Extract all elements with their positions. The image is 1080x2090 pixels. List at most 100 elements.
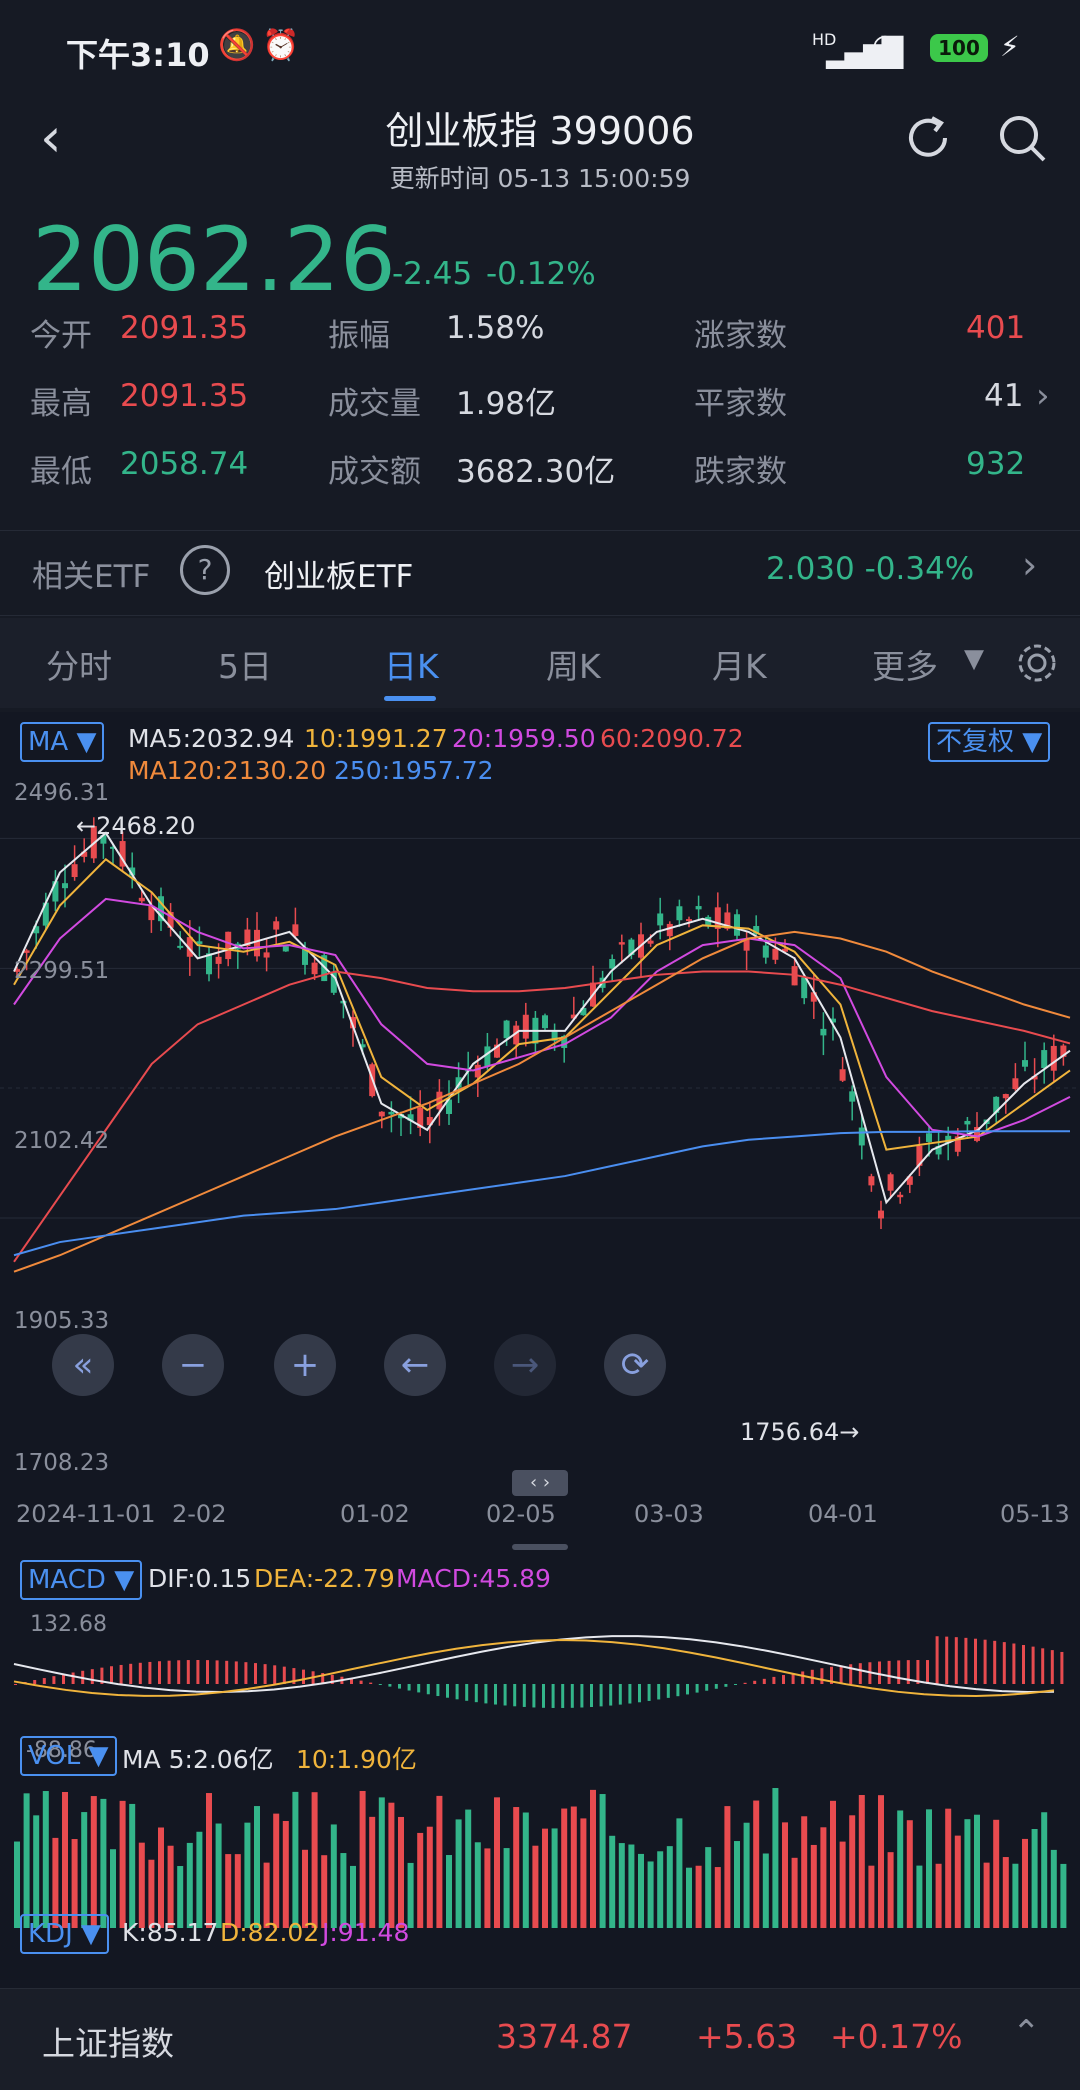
tab-monthly-k[interactable]: 月K — [712, 640, 767, 688]
chevron-right-icon[interactable]: › — [1022, 543, 1037, 587]
minus-icon[interactable]: − — [162, 1334, 224, 1396]
search-icon[interactable] — [994, 110, 1050, 166]
x-tick-1: 2024-11-01 — [16, 1500, 156, 1528]
etf-value: 2.030 -0.34% — [766, 551, 975, 587]
macd-bar — [90, 1669, 94, 1684]
volume-bar — [138, 1842, 145, 1928]
chevron-right-icon[interactable]: › — [1036, 376, 1050, 416]
macd-bar — [1060, 1651, 1064, 1684]
volume-bar — [196, 1831, 203, 1928]
volume-bar — [1031, 1829, 1038, 1928]
macd-bar — [263, 1664, 267, 1684]
macd-bar — [494, 1684, 497, 1705]
ticker-name: 上证指数 — [42, 2024, 174, 2063]
volume-bar — [618, 1843, 625, 1928]
volume-bar — [964, 1819, 971, 1928]
tab-5day[interactable]: 5日 — [218, 640, 272, 688]
panel-divider-handle[interactable] — [512, 1544, 568, 1550]
candle-body — [609, 959, 616, 969]
plus-icon[interactable]: + — [274, 1334, 336, 1396]
macd-bar — [734, 1684, 737, 1685]
ticker-change: +5.63 — [696, 2017, 798, 2056]
candle-body — [225, 931, 232, 960]
macd-bar — [628, 1684, 632, 1704]
macd-bar — [839, 1665, 843, 1684]
kline-chart[interactable] — [0, 776, 1080, 1296]
volume-bar — [1060, 1863, 1067, 1928]
macd-bar — [186, 1660, 190, 1684]
arrow-left-icon[interactable]: ← — [384, 1334, 446, 1396]
volume-bar — [858, 1795, 865, 1928]
macd-bar — [801, 1671, 805, 1684]
macd-bar — [935, 1636, 939, 1684]
caret-down-icon[interactable]: ▼ — [964, 644, 984, 674]
settings-gear-icon[interactable] — [1014, 640, 1060, 686]
volume-bar — [762, 1853, 769, 1928]
candle-body — [878, 1210, 884, 1219]
amt-value: 3682.30亿 — [456, 454, 616, 490]
ticker-pct: +0.17% — [830, 2017, 963, 2056]
volume-bar — [839, 1841, 846, 1928]
candle-body — [926, 1133, 932, 1142]
candle-body — [676, 906, 683, 921]
expand-up-icon[interactable]: ⌃ — [1012, 2013, 1041, 2053]
candle-body — [666, 923, 673, 937]
last-price: 2062.26 — [32, 208, 396, 311]
refresh-icon[interactable] — [900, 110, 956, 166]
vol-label: 成交量 — [328, 386, 421, 422]
tab-daily-k[interactable]: 日K — [384, 640, 439, 688]
volume-bar — [743, 1822, 750, 1928]
ma-selector[interactable]: MA ▼ — [20, 722, 105, 762]
kdj-selector[interactable]: KDJ ▼ — [20, 1914, 110, 1954]
arrow-right-icon[interactable]: → — [494, 1334, 556, 1396]
candle-body — [772, 948, 779, 960]
volume-bar — [33, 1815, 40, 1928]
volume-bar — [724, 1806, 731, 1928]
volume-bar — [753, 1800, 760, 1928]
up-label: 涨家数 — [694, 318, 787, 354]
candle-body — [897, 1194, 904, 1198]
vol-selector[interactable]: VOL ▼ — [20, 1736, 117, 1776]
tab-intraday[interactable]: 分时 — [46, 640, 112, 688]
volume-bar — [225, 1854, 232, 1928]
macd-bar — [62, 1674, 65, 1684]
macd-bar — [474, 1684, 478, 1703]
candle-body — [887, 1174, 894, 1191]
volume-bar — [830, 1800, 836, 1928]
adjust-selector[interactable]: 不复权 ▼ — [928, 722, 1051, 762]
rotate-screen-icon[interactable]: ⟳ — [604, 1334, 666, 1396]
tab-more[interactable]: 更多 — [872, 640, 938, 688]
volume-chart[interactable] — [0, 1778, 1080, 1928]
volume-bar — [638, 1853, 644, 1928]
volume-bar — [897, 1810, 904, 1928]
macd-bar — [753, 1680, 757, 1684]
macd-bar — [42, 1678, 46, 1684]
kline-chart-panel: MA ▼ MA5:2032.94 10:1991.27 20:1959.50 6… — [0, 712, 1080, 1992]
bottom-ticker[interactable]: 上证指数 3374.87 +5.63 +0.17% ⌃ — [0, 1988, 1080, 2090]
tab-weekly-k[interactable]: 周K — [546, 640, 601, 688]
macd-bar — [974, 1638, 977, 1684]
volume-bar — [330, 1824, 337, 1928]
candle-body — [378, 1111, 385, 1117]
candle-body — [1050, 1045, 1057, 1071]
high-annotation: ←2468.20 — [76, 812, 196, 840]
macd-bar — [686, 1684, 689, 1695]
price-row: 2062.26 -2.45 -0.12% — [0, 200, 1080, 311]
related-etf-row[interactable]: 相关ETF ? 创业板ETF 2.030 -0.34% › — [0, 530, 1080, 616]
macd-bar — [551, 1684, 555, 1708]
ma10-legend: 10:1991.27 — [304, 724, 448, 753]
zoom-out-fast-icon[interactable]: « — [52, 1334, 114, 1396]
volume-bar — [81, 1812, 88, 1928]
macd-bar — [455, 1684, 459, 1700]
macd-bar — [522, 1684, 526, 1707]
up-value: 401 — [966, 310, 1026, 346]
help-icon[interactable]: ? — [180, 545, 230, 595]
volume-bar — [887, 1852, 894, 1928]
y-tick-3: 2102.42 — [14, 1128, 110, 1154]
macd-selector[interactable]: MACD ▼ — [20, 1560, 143, 1600]
ticker-price: 3374.87 — [496, 2017, 633, 2056]
candle-body — [503, 1020, 510, 1039]
status-bar: 下午3:10 🔕 ⏰ HD ▂▄▆█ ◠ 100 ⚡ — [0, 0, 1080, 100]
volume-bar — [916, 1865, 923, 1928]
drag-handle-icon[interactable]: ‹ › — [512, 1470, 568, 1496]
